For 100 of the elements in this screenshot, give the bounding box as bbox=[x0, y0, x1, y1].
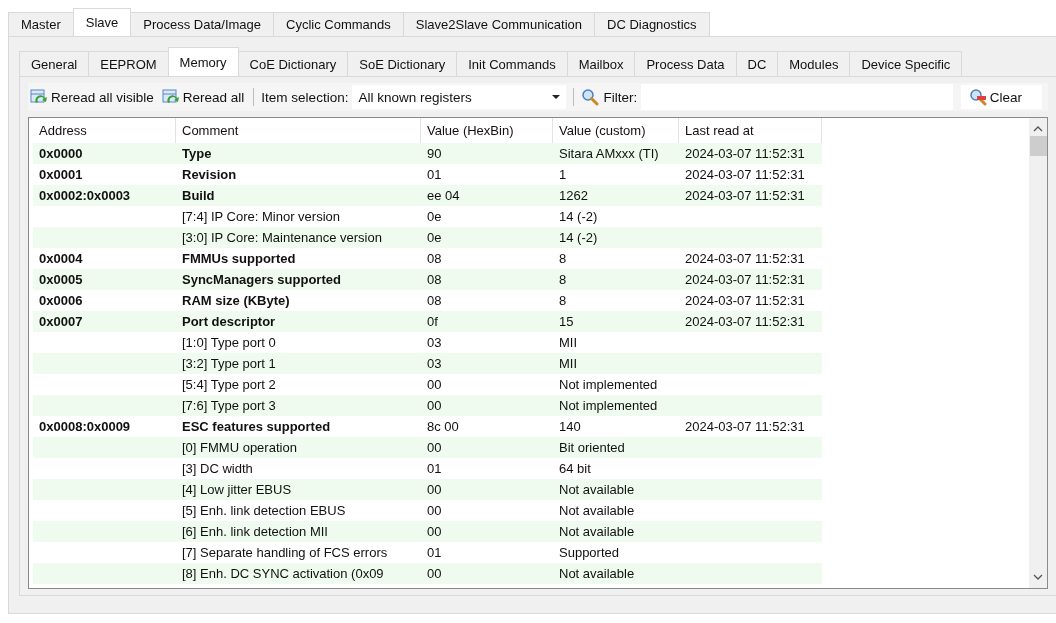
table-cell-text: Not available bbox=[558, 482, 636, 497]
table-row[interactable]: [7:6] Type port 3 00 Not implemented bbox=[33, 395, 822, 416]
table-cell-text: 8 bbox=[558, 293, 568, 308]
table-cell-text: Not available bbox=[558, 524, 636, 539]
clear-search-icon bbox=[968, 88, 987, 106]
item-selection-label: Item selection: bbox=[261, 89, 349, 105]
table-cell-text: SyncManagers supported bbox=[181, 272, 342, 287]
vertical-scrollbar[interactable] bbox=[1029, 118, 1047, 588]
table-row[interactable]: [3:0] IP Core: Maintenance version 0e 14 (-2) bbox=[33, 227, 822, 248]
table-cell-text: 0x0004 bbox=[38, 251, 84, 266]
scrollbar-thumb[interactable] bbox=[1029, 136, 1047, 156]
table-row[interactable]: [7:4] IP Core: Minor version 0e 14 (-2) bbox=[33, 206, 822, 227]
scroll-up-icon bbox=[1033, 126, 1043, 132]
table-cell-text: [3] DC width bbox=[181, 461, 254, 476]
table-cell-text: 2024-03-07 11:52:31 bbox=[684, 272, 806, 287]
refresh-table-icon bbox=[161, 88, 180, 106]
table-cell-text: 00 bbox=[426, 566, 443, 581]
table-row[interactable]: [3:2] Type port 1 03 MII bbox=[33, 353, 822, 374]
table-row[interactable]: [5:4] Type port 2 00 Not implemented bbox=[33, 374, 822, 395]
table-cell-text: 15 bbox=[558, 314, 575, 329]
table-cell-text: Supported bbox=[558, 545, 620, 560]
table-cell-text: 08 bbox=[426, 272, 443, 287]
table-row[interactable]: 0x0007 Port descriptor 0f 15 2024-03-07 11:52:31 bbox=[33, 311, 822, 332]
table-row[interactable]: 0x0001 Revision 01 1 2024-03-07 11:52:31 bbox=[33, 164, 822, 185]
table-cell-text: [3:0] IP Core: Maintenance version bbox=[181, 230, 383, 245]
table-cell-text: 2024-03-07 11:52:31 bbox=[684, 293, 806, 308]
table-cell-text: 64 bit bbox=[558, 461, 592, 476]
tab[interactable]: Cyclic Commands bbox=[273, 12, 404, 36]
tab[interactable]: Master bbox=[8, 12, 74, 36]
table-cell-text: [7] Separate handling of FCS errors bbox=[181, 545, 389, 560]
reread-all-button[interactable]: Reread all bbox=[159, 86, 247, 108]
table-cell-text: 2024-03-07 11:52:31 bbox=[684, 146, 806, 161]
tab[interactable]: General bbox=[19, 51, 90, 76]
table-cell-text: ESC features supported bbox=[181, 419, 332, 434]
table-row[interactable]: [6] Enh. link detection MII 00 Not available bbox=[33, 521, 822, 542]
table-cell-text: 00 bbox=[426, 398, 443, 413]
table-row[interactable]: 0x0006 RAM size (KByte) 08 8 2024-03-07 11:52:31 bbox=[33, 290, 822, 311]
table-cell-text: [7:4] IP Core: Minor version bbox=[181, 209, 341, 224]
table-row[interactable]: 0x0004 FMMUs supported 08 8 2024-03-07 11:52:31 bbox=[33, 248, 822, 269]
table-cell-text: 1262 bbox=[558, 188, 589, 203]
table-cell-text: ee 04 bbox=[426, 188, 461, 203]
table-row[interactable]: [5] Enh. link detection EBUS 00 Not available bbox=[33, 500, 822, 521]
table-cell-text: 01 bbox=[426, 167, 443, 182]
table-cell-text: 2024-03-07 11:52:31 bbox=[684, 314, 806, 329]
table-cell-text: Revision bbox=[181, 167, 238, 182]
table-cell-text: [8] Enh. DC SYNC activation (0x09 bbox=[181, 566, 385, 581]
table-cell-text: 0x0008:0x0009 bbox=[38, 419, 132, 434]
item-selection-dropdown[interactable]: All known registers bbox=[352, 85, 567, 109]
table-cell-text: RAM size (KByte) bbox=[181, 293, 291, 308]
table-row[interactable]: 0x0005 SyncManagers supported 08 8 2024-03-07 11:52:31 bbox=[33, 269, 822, 290]
table-cell-text: 08 bbox=[426, 251, 443, 266]
tab[interactable]: DC Diagnostics bbox=[594, 12, 710, 36]
table-cell-text: 14 (-2) bbox=[558, 209, 599, 224]
table-cell-text: MII bbox=[558, 335, 579, 350]
table-cell-text: Sitara AMxxx (TI) bbox=[558, 146, 660, 161]
table-row[interactable]: 0x0002:0x0003 Build ee 04 1262 2024-03-07 11:52:31 bbox=[33, 185, 822, 206]
table-cell-text: 0x0001 bbox=[38, 167, 84, 182]
table-cell-text: 00 bbox=[426, 503, 443, 518]
table-cell-text: Bit oriented bbox=[558, 440, 626, 455]
table-cell-text: 0x0002:0x0003 bbox=[38, 188, 132, 203]
table-cell-text: 140 bbox=[558, 419, 582, 434]
table-cell-text: Not implemented bbox=[558, 377, 659, 392]
table-row[interactable]: [1:0] Type port 0 03 MII bbox=[33, 332, 822, 353]
table-cell-text: [6] Enh. link detection MII bbox=[181, 524, 329, 539]
tab[interactable]: Memory bbox=[167, 47, 239, 76]
tab[interactable]: Process Data/Image bbox=[130, 12, 275, 36]
table-row[interactable]: 0x0000 Type 90 Sitara AMxxx (TI) 2024-03-07 11:52:31 bbox=[33, 143, 822, 164]
table-cell-text: Build bbox=[181, 188, 216, 203]
table-cell-text: 0x0007 bbox=[38, 314, 84, 329]
table-cell-text: 2024-03-07 11:52:31 bbox=[684, 167, 806, 182]
tab[interactable]: Device Specific bbox=[849, 51, 963, 76]
table-cell-text: [3:2] Type port 1 bbox=[181, 356, 277, 371]
table-cell-text: [5] Enh. link detection EBUS bbox=[181, 503, 347, 518]
table-cell-text: 0x0006 bbox=[38, 293, 84, 308]
refresh-table-icon bbox=[30, 88, 48, 106]
table-cell-text: 08 bbox=[426, 293, 443, 308]
table-cell-text: 00 bbox=[426, 482, 443, 497]
table-cell-text: 1 bbox=[558, 167, 568, 182]
table-row[interactable]: 0x0008:0x0009 ESC features supported 8c 00 140 2024-03-07 11:52:31 bbox=[33, 416, 822, 437]
table-cell-text: 01 bbox=[426, 461, 443, 476]
filter-label: Filter: bbox=[603, 89, 638, 105]
table-cell-text: 00 bbox=[426, 377, 443, 392]
table-cell-text: 2024-03-07 11:52:31 bbox=[684, 188, 806, 203]
clear-button[interactable]: Clear bbox=[960, 85, 1042, 109]
table-row[interactable]: [8] Enh. DC SYNC activation (0x09 00 Not available bbox=[33, 563, 822, 584]
table-row[interactable]: [0] FMMU operation 00 Bit oriented bbox=[33, 437, 822, 458]
table-cell-text: [4] Low jitter EBUS bbox=[181, 482, 293, 497]
table-cell-text: 0x0000 bbox=[38, 146, 84, 161]
scroll-down-icon bbox=[1033, 574, 1043, 580]
tab[interactable]: Slave2Slave Communication bbox=[402, 12, 595, 36]
table-row[interactable]: [4] Low jitter EBUS 00 Not available bbox=[33, 479, 822, 500]
table-cell-text: 90 bbox=[426, 146, 443, 161]
reread-visible-button[interactable]: Reread all visible bbox=[28, 86, 156, 108]
table-cell-text: [0] FMMU operation bbox=[181, 440, 298, 455]
table-cell-text: 8 bbox=[558, 272, 568, 287]
table-cell-text: 03 bbox=[426, 335, 443, 350]
table-row[interactable]: [3] DC width 01 64 bit bbox=[33, 458, 822, 479]
search-icon bbox=[581, 88, 600, 106]
table-row[interactable]: [7] Separate handling of FCS errors 01 Supported bbox=[33, 542, 822, 563]
table-cell-text: 0e bbox=[426, 230, 443, 245]
